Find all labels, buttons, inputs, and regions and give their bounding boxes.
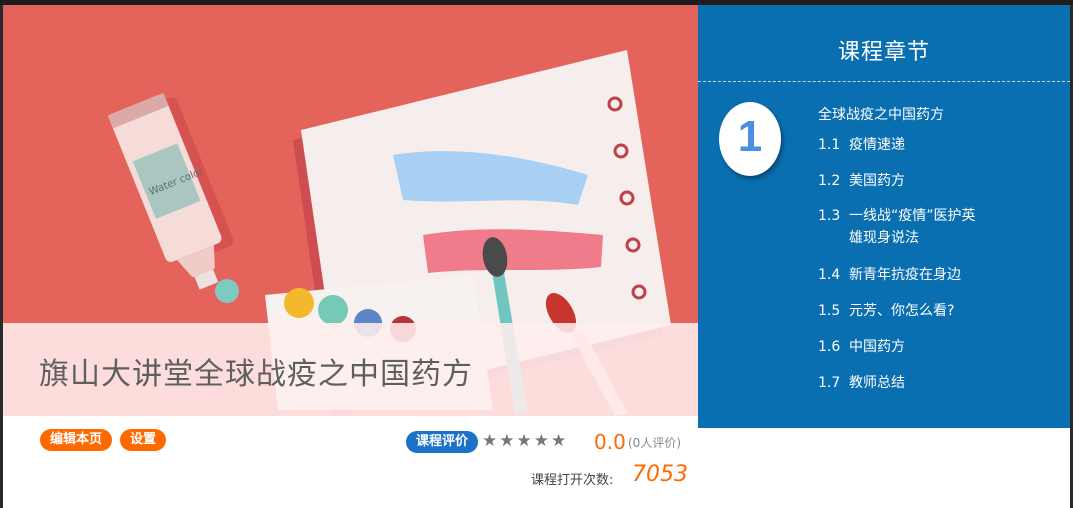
lesson-title: 新青年抗疫在身边 bbox=[849, 267, 961, 283]
lesson-title: 中国药方 bbox=[849, 339, 905, 355]
open-count-value: 7053 bbox=[632, 462, 688, 487]
star-icon[interactable]: ★ bbox=[499, 430, 514, 452]
lesson-number: 1.1 bbox=[818, 137, 841, 153]
lesson-title: 美国药方 bbox=[849, 173, 905, 189]
lesson-title: 元芳、你怎么看? bbox=[849, 303, 955, 319]
title-band: 旗山大讲堂全球战疫之中国药方 bbox=[3, 323, 698, 416]
course-title: 旗山大讲堂全球战疫之中国药方 bbox=[39, 357, 473, 392]
star-icon[interactable]: ★ bbox=[534, 430, 549, 452]
lesson-title: 一线战“疫情”医护英雄现身说法 bbox=[849, 208, 976, 246]
star-icon[interactable]: ★ bbox=[517, 430, 532, 452]
lesson-item-1-5[interactable]: 1.5 元芳、你怎么看? bbox=[818, 300, 999, 322]
lesson-item-1-6[interactable]: 1.6 中国药方 bbox=[818, 336, 999, 358]
lesson-item-1-1[interactable]: 1.1 疫情速递 bbox=[818, 134, 999, 156]
lesson-item-1-3[interactable]: 1.3 一线战“疫情”医护英雄现身说法 bbox=[818, 205, 989, 249]
rating-count: (0人评价) bbox=[628, 436, 681, 450]
open-count-label: 课程打开次数: bbox=[531, 473, 614, 488]
chapter-number: 1 bbox=[737, 112, 763, 161]
star-icon[interactable]: ★ bbox=[482, 430, 497, 452]
rating-stars[interactable]: ★ ★ ★ ★ ★ bbox=[482, 430, 566, 452]
lesson-number: 1.3 bbox=[818, 208, 841, 224]
lesson-title: 疫情速递 bbox=[849, 137, 905, 153]
course-evaluation-button[interactable]: 课程评价 bbox=[406, 431, 479, 453]
settings-button[interactable]: 设置 bbox=[120, 429, 167, 451]
course-banner: Water color 旗山大讲堂全球战疫之中国药方 bbox=[3, 5, 698, 416]
lesson-number: 1.7 bbox=[818, 375, 841, 391]
lesson-number: 1.5 bbox=[818, 303, 841, 319]
panel-divider bbox=[698, 81, 1070, 82]
edit-page-button[interactable]: 编辑本页 bbox=[40, 429, 113, 451]
paint-tube: Water color bbox=[107, 92, 234, 290]
lesson-number: 1.2 bbox=[818, 173, 841, 189]
chapter-number-badge: 1 bbox=[719, 102, 781, 176]
panel-title: 课程章节 bbox=[837, 40, 930, 65]
chapter-title[interactable]: 全球战疫之中国药方 bbox=[818, 104, 944, 124]
lesson-item-1-7[interactable]: 1.7 教师总结 bbox=[818, 372, 999, 394]
rating-score: 0.0 bbox=[594, 430, 626, 454]
lesson-item-1-2[interactable]: 1.2 美国药方 bbox=[818, 170, 999, 192]
lesson-item-1-4[interactable]: 1.4 新青年抗疫在身边 bbox=[818, 264, 999, 286]
lesson-number: 1.6 bbox=[818, 339, 841, 355]
lesson-title: 教师总结 bbox=[849, 375, 905, 391]
chapter-panel: 课程章节 1 全球战疫之中国药方 1.1 疫情速递 1.2 美国药方 1.3 一… bbox=[698, 5, 1070, 428]
lesson-number: 1.4 bbox=[818, 267, 841, 283]
star-icon[interactable]: ★ bbox=[551, 430, 566, 452]
